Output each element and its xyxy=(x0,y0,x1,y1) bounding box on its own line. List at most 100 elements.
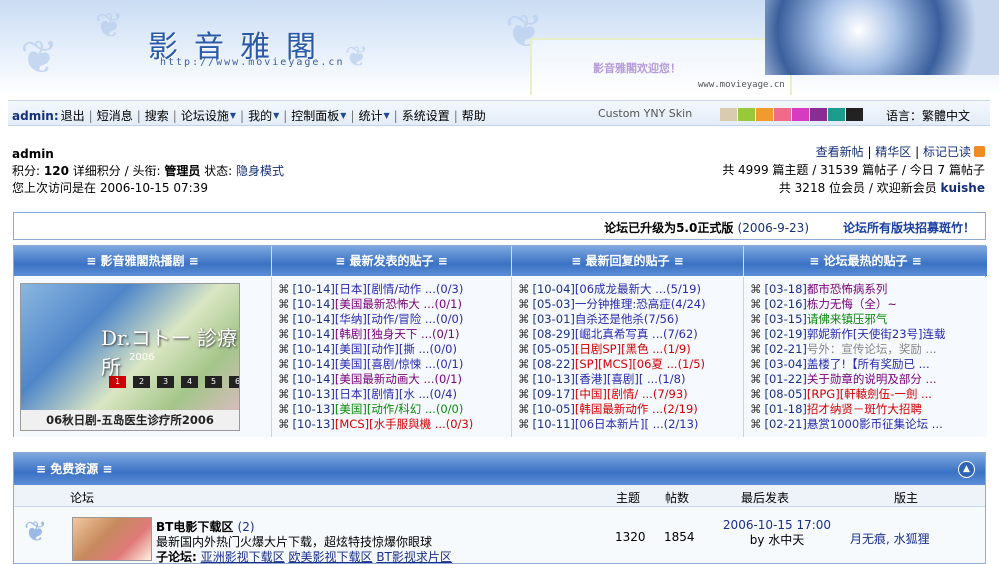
topic-link[interactable]: 关于勋章的说明及部分 ... xyxy=(807,372,937,386)
last-post-author[interactable]: by 水中天 xyxy=(702,533,852,548)
topic-link[interactable]: [SP][MCS][06夏 ...(1/5) xyxy=(575,357,705,371)
topic-item[interactable]: ⌘ [10-14][美国][动作][撕 ...(0/0) xyxy=(278,342,511,357)
topic-item[interactable]: ⌘ [05-03]一分钟推理:恐高症(4/24) xyxy=(518,297,743,312)
topic-link[interactable]: [06成龙最新大 ...(5/19) xyxy=(575,282,701,296)
subforum-link[interactable]: 欧美影视下载区 xyxy=(288,550,372,564)
dropdown-arrow-icon[interactable]: ▼ xyxy=(230,111,236,120)
topic-item[interactable]: ⌘ [10-13][日本][剧情][水 ...(0/4) xyxy=(278,387,511,402)
topic-link[interactable]: [06日本新片][ ...(2/13) xyxy=(575,417,699,431)
poster-caption[interactable]: 06秋日剧-五岛医生诊疗所2006 xyxy=(21,410,239,430)
topic-item[interactable]: ⌘ [10-13][美国][动作/科幻 ...(0/0) xyxy=(278,402,511,417)
topic-link[interactable]: 号外：宣传论坛，奖励 ... xyxy=(807,342,937,356)
topic-item[interactable]: ⌘ [03-15]请佛来镇压邪气 xyxy=(750,312,987,327)
skin-swatch[interactable] xyxy=(810,108,827,121)
rss-icon[interactable] xyxy=(974,146,985,157)
topic-link[interactable]: [MCS][水手服與機 ...(0/3) xyxy=(335,417,473,431)
topic-link[interactable]: [日本][剧情][水 ...(0/4) xyxy=(335,387,457,401)
topic-link[interactable]: 都市恐怖病系列 xyxy=(807,282,888,296)
nav-control-panel[interactable]: 控制面板 xyxy=(291,107,339,124)
topic-item[interactable]: ⌘ [02-21]号外：宣传论坛，奖励 ... xyxy=(750,342,987,357)
nav-system-settings[interactable]: 系统设置 xyxy=(402,107,450,124)
topic-item[interactable]: ⌘ [10-14][韩剧][独身天下 ...(0/1) xyxy=(278,327,511,342)
topic-item[interactable]: ⌘ [08-29][崛北真希写真 ...(7/62) xyxy=(518,327,743,342)
topic-item[interactable]: ⌘ [02-21]悬赏1000影币征集论坛 ... xyxy=(750,417,987,432)
status-link[interactable]: 隐身模式 xyxy=(236,164,284,178)
dropdown-arrow-icon[interactable]: ▼ xyxy=(273,111,279,120)
topic-item[interactable]: ⌘ [10-14][美国最新恐怖大 ...(0/1) xyxy=(278,297,511,312)
topic-link[interactable]: 招才纳贤－斑竹大招聘 xyxy=(807,402,922,416)
skin-swatch[interactable] xyxy=(774,108,791,121)
skin-swatch[interactable] xyxy=(756,108,773,121)
nav-messages[interactable]: 短消息 xyxy=(97,107,133,124)
topic-link[interactable]: [美国最新动画大 ...(0/1) xyxy=(335,372,462,386)
language-switch[interactable]: 语言：繁體中文 xyxy=(886,107,970,124)
poster-page-button[interactable]: 3 xyxy=(157,376,174,388)
topic-link[interactable]: [日本][剧情/动作 ...(0/3) xyxy=(335,282,463,296)
nav-forum-tools[interactable]: 论坛设施 xyxy=(181,107,229,124)
announcement-text[interactable]: 论坛已升级为5.0正式版 xyxy=(604,221,733,235)
poster-page-button[interactable]: 5 xyxy=(205,376,222,388)
topic-link[interactable]: 栋力无悔（全）~ xyxy=(807,297,897,311)
view-new-posts-link[interactable]: 查看新帖 xyxy=(816,145,864,159)
topic-item[interactable]: ⌘ [10-14][日本][剧情/动作 ...(0/3) xyxy=(278,282,511,297)
topic-item[interactable]: ⌘ [08-05][RPG][軒轅劍伍-一劍 ... xyxy=(750,387,987,402)
topic-item[interactable]: ⌘ [02-16]栋力无悔（全）~ xyxy=(750,297,987,312)
topic-link[interactable]: 郭妮新作[天使街23号]连载 xyxy=(807,327,946,341)
topic-item[interactable]: ⌘ [10-13][MCS][水手服與機 ...(0/3) xyxy=(278,417,511,432)
skin-swatch[interactable] xyxy=(792,108,809,121)
topic-link[interactable]: [美国最新恐怖大 ...(0/1) xyxy=(335,297,462,311)
topic-item[interactable]: ⌘ [03-18]都市恐怖病系列 xyxy=(750,282,987,297)
digest-link[interactable]: 精华区 xyxy=(875,145,911,159)
dropdown-arrow-icon[interactable]: ▼ xyxy=(384,111,390,120)
topic-item[interactable]: ⌘ [09-17][中国][剧情/ ...(7/93) xyxy=(518,387,743,402)
topic-item[interactable]: ⌘ [10-04][06成龙最新大 ...(5/19) xyxy=(518,282,743,297)
topic-item[interactable]: ⌘ [01-18]招才纳贤－斑竹大招聘 xyxy=(750,402,987,417)
topic-link[interactable]: 悬赏1000影币征集论坛 ... xyxy=(807,417,943,431)
forum-thumbnail[interactable] xyxy=(72,517,152,561)
forum-name-link[interactable]: BT电影下载区 xyxy=(156,520,233,534)
topic-item[interactable]: ⌘ [03-01]自杀还是他杀(7/56) xyxy=(518,312,743,327)
topic-link[interactable]: [美国][喜剧/惊悚 ...(0/1) xyxy=(335,357,463,371)
poster-page-button[interactable]: 6 xyxy=(229,376,239,388)
new-member-link[interactable]: kuishe xyxy=(941,181,985,195)
topic-link[interactable]: [日剧SP][黑色 ...(1/9) xyxy=(575,342,691,356)
topic-item[interactable]: ⌘ [10-14][美国最新动画大 ...(0/1) xyxy=(278,372,511,387)
topic-item[interactable]: ⌘ [01-22]关于勋章的说明及部分 ... xyxy=(750,372,987,387)
nav-help[interactable]: 帮助 xyxy=(462,107,486,124)
topic-item[interactable]: ⌘ [10-14][华纳][动作/冒险 ...(0/0) xyxy=(278,312,511,327)
skin-swatch[interactable] xyxy=(738,108,755,121)
mark-read-link[interactable]: 标记已读 xyxy=(923,145,971,159)
topic-link[interactable]: [崛北真希写真 ...(7/62) xyxy=(575,327,698,341)
topic-link[interactable]: 自杀还是他杀(7/56) xyxy=(575,312,679,326)
subforum-link[interactable]: 亚洲影视下载区 xyxy=(201,550,285,564)
topic-item[interactable]: ⌘ [10-13][香港][喜剧][ ...(1/8) xyxy=(518,372,743,387)
last-post-time[interactable]: 2006-10-15 17:00 xyxy=(702,518,852,533)
nav-search[interactable]: 搜索 xyxy=(145,107,169,124)
topic-item[interactable]: ⌘ [02-19]郭妮新作[天使街23号]连载 xyxy=(750,327,987,342)
skin-swatch[interactable] xyxy=(846,108,863,121)
collapse-icon[interactable]: ▲ xyxy=(958,461,975,478)
nav-my[interactable]: 我的 xyxy=(248,107,272,124)
topic-link[interactable]: [中国][剧情/ ...(7/93) xyxy=(575,387,688,401)
topic-link[interactable]: [华纳][动作/冒险 ...(0/0) xyxy=(335,312,463,326)
drama-poster[interactable]: Dr.コトー 診療所 2006 123456 06秋日剧-五岛医生诊疗所2006 xyxy=(20,283,240,431)
subforum-link[interactable]: BT影视求片区 xyxy=(376,550,452,564)
topic-link[interactable]: [美国][动作/科幻 ...(0/0) xyxy=(335,402,463,416)
topic-item[interactable]: ⌘ [05-05][日剧SP][黑色 ...(1/9) xyxy=(518,342,743,357)
topic-link[interactable]: 请佛来镇压邪气 xyxy=(807,312,888,326)
topic-item[interactable]: ⌘ [03-04]盖楼了!【所有奖励已 ... xyxy=(750,357,987,372)
poster-page-button[interactable]: 4 xyxy=(181,376,198,388)
moderators[interactable]: 月无痕, 水狐狸 xyxy=(850,530,930,547)
poster-page-button[interactable]: 2 xyxy=(133,376,150,388)
dropdown-arrow-icon[interactable]: ▼ xyxy=(340,111,346,120)
topic-link[interactable]: 一分钟推理:恐高症(4/24) xyxy=(575,297,706,311)
topic-link[interactable]: [香港][喜剧][ ...(1/8) xyxy=(575,372,686,386)
topic-link[interactable]: [韩国最新动作 ...(2/19) xyxy=(575,402,698,416)
topic-link[interactable]: 盖楼了!【所有奖励已 ... xyxy=(807,357,930,371)
points-detail-link[interactable]: 详细积分 / 头衔: xyxy=(73,164,161,178)
topic-link[interactable]: [韩剧][独身天下 ...(0/1) xyxy=(335,327,460,341)
skin-swatch[interactable] xyxy=(720,108,737,121)
nav-logout[interactable]: 退出 xyxy=(61,107,85,124)
topic-item[interactable]: ⌘ [10-11][06日本新片][ ...(2/13) xyxy=(518,417,743,432)
poster-page-button[interactable]: 1 xyxy=(109,376,126,388)
